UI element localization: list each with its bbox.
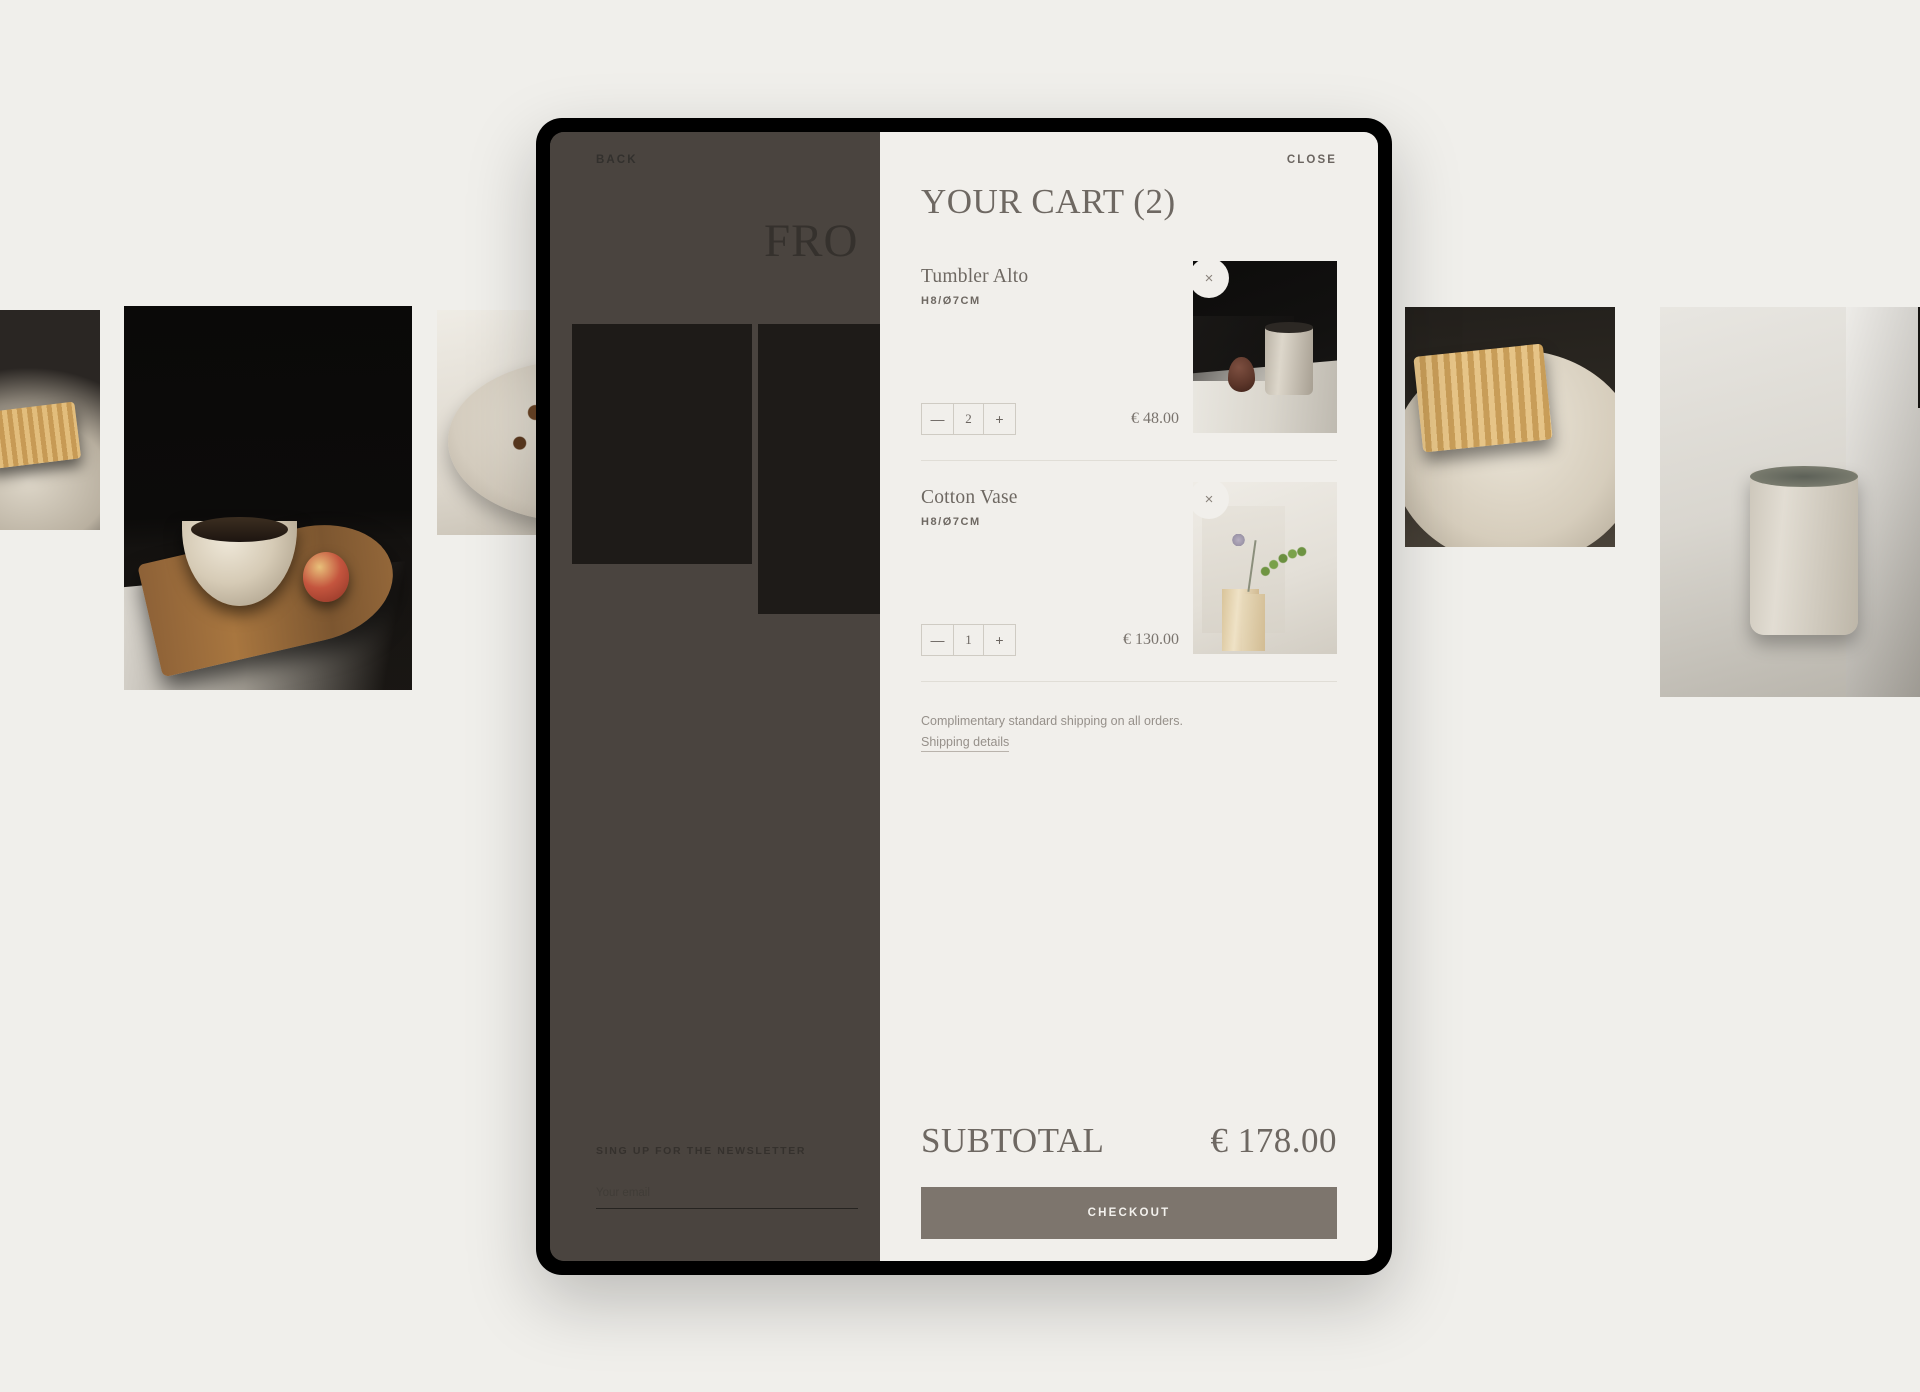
remove-item-icon[interactable]: × (1189, 479, 1229, 519)
background-photo-bowl-apple-board (124, 306, 412, 690)
tumbler-shape (1265, 322, 1313, 396)
shipping-note: Complimentary standard shipping on all o… (921, 714, 1183, 728)
close-button[interactable]: CLOSE (1287, 154, 1337, 166)
cart-item-controls: — 2 + € 48.00 (921, 403, 1185, 435)
page-title: FRO (764, 215, 859, 267)
tablet-screen: BACK FRO SING UP FOR THE NEWSLETTER CLOS… (550, 132, 1378, 1261)
subtotal-label: SUBTOTAL (921, 1121, 1105, 1160)
ceramic-cup-shape (1750, 465, 1858, 635)
honeycomb-shape (1412, 343, 1553, 453)
quantity-stepper[interactable]: — 2 + (921, 403, 1016, 435)
foliage-shape (1256, 543, 1309, 582)
tablet-device-frame: BACK FRO SING UP FOR THE NEWSLETTER CLOS… (536, 118, 1392, 1275)
pear-shape (1227, 357, 1255, 392)
remove-item-icon[interactable]: × (1189, 258, 1229, 298)
subtotal-row: SUBTOTAL € 178.00 (921, 1121, 1337, 1161)
honeycomb-shape (0, 401, 81, 470)
cart-footer: SUBTOTAL € 178.00 CHECKOUT (921, 1121, 1337, 1261)
newsletter-field[interactable] (596, 1183, 858, 1209)
background-photo-ceramic-cup-linen (1660, 307, 1920, 697)
background-photo-honeycomb-left (0, 310, 100, 530)
subtotal-value: € 178.00 (1210, 1121, 1337, 1160)
shipping-info: Complimentary standard shipping on all o… (921, 708, 1337, 753)
shipping-details-link[interactable]: Shipping details (921, 735, 1010, 753)
back-link[interactable]: BACK (596, 154, 638, 166)
quantity-increase-button[interactable]: + (984, 404, 1015, 434)
cart-drawer: CLOSE YOUR CART (2) Tumbler Alto H8/Ø7CM… (880, 132, 1378, 1261)
quantity-value: 2 (953, 404, 984, 434)
quantity-decrease-button[interactable]: — (922, 625, 953, 655)
quantity-stepper[interactable]: — 1 + (921, 624, 1016, 656)
apple-shape (302, 551, 349, 602)
newsletter-label: SING UP FOR THE NEWSLETTER (596, 1145, 807, 1157)
site-background-dimmed: BACK FRO SING UP FOR THE NEWSLETTER (550, 132, 880, 1261)
cart-title: YOUR CART (2) (921, 182, 1176, 221)
cart-item-controls: — 1 + € 130.00 (921, 624, 1185, 656)
flower-bud-shape (1231, 533, 1245, 546)
site-photo-a (572, 324, 752, 564)
quantity-increase-button[interactable]: + (984, 625, 1015, 655)
cart-item-price: € 130.00 (1123, 631, 1179, 648)
newsletter-signup: SING UP FOR THE NEWSLETTER (596, 1145, 858, 1209)
cart-topbar: CLOSE (921, 132, 1337, 172)
email-input[interactable] (596, 1187, 858, 1199)
cart-item-price: € 48.00 (1131, 410, 1179, 427)
site-photo-b (758, 324, 880, 614)
checkout-button[interactable]: CHECKOUT (921, 1187, 1337, 1239)
cart-item: Tumbler Alto H8/Ø7CM × — 2 + € 48.00 (921, 258, 1337, 461)
cart-item: Cotton Vase H8/Ø7CM × — 1 + € 130.00 (921, 479, 1337, 682)
quantity-decrease-button[interactable]: — (922, 404, 953, 434)
background-photo-honeycomb-plate (1405, 307, 1615, 547)
vase-secondary-shape (1241, 593, 1265, 651)
quantity-value: 1 (953, 625, 984, 655)
